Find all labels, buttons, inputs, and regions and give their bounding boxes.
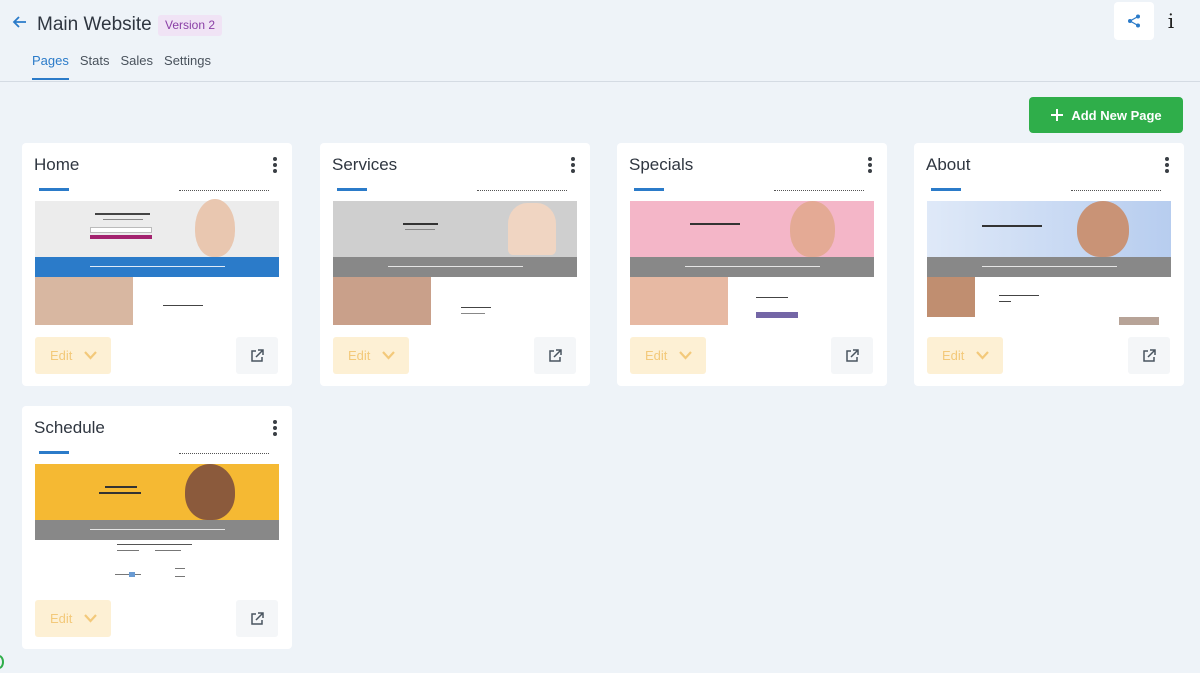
edit-label: Edit [645, 348, 668, 363]
status-indicator [0, 655, 4, 669]
more-options-icon[interactable] [568, 157, 578, 175]
back-arrow-icon[interactable] [12, 14, 30, 32]
chevron-down-icon [382, 351, 396, 360]
page-card-about: About Edit [914, 143, 1184, 386]
page-thumbnail[interactable] [630, 185, 874, 325]
card-title: Schedule [34, 418, 105, 437]
external-link-icon [251, 348, 264, 362]
card-title: About [926, 155, 971, 174]
page-thumbnail[interactable] [35, 185, 279, 325]
page-card-home: Home Edit [22, 143, 292, 386]
card-title: Home [34, 155, 80, 174]
edit-button[interactable]: Edit [333, 337, 409, 374]
card-title: Specials [629, 155, 694, 174]
page-thumbnail[interactable] [35, 448, 279, 588]
open-external-button[interactable] [1128, 337, 1170, 374]
page-thumbnail[interactable] [333, 185, 577, 325]
add-new-page-button[interactable]: Add New Page [1029, 97, 1183, 133]
external-link-icon [251, 611, 264, 625]
edit-label: Edit [942, 348, 965, 363]
edit-label: Edit [50, 348, 73, 363]
external-link-icon [846, 348, 859, 362]
edit-button[interactable]: Edit [630, 337, 706, 374]
tab-settings[interactable]: Settings [164, 53, 211, 80]
chevron-down-icon [679, 351, 693, 360]
version-badge: Version 2 [158, 15, 223, 36]
tab-pages[interactable]: Pages [32, 53, 69, 80]
open-external-button[interactable] [534, 337, 576, 374]
page-card-services: Services Edit [320, 143, 590, 386]
open-external-button[interactable] [236, 337, 278, 374]
tab-bar: Pages Stats Sales Settings [32, 53, 222, 80]
info-button[interactable]: i [1160, 8, 1182, 34]
page-header: Main Website Version 2 Pages Stats Sales… [0, 0, 1200, 82]
edit-button[interactable]: Edit [35, 337, 111, 374]
share-icon [1128, 14, 1140, 28]
page-card-specials: Specials Edit [617, 143, 887, 386]
card-title: Services [332, 155, 398, 174]
edit-label: Edit [50, 611, 73, 626]
tab-sales[interactable]: Sales [121, 53, 154, 80]
page-title: Main Website [37, 14, 152, 35]
more-options-icon[interactable] [1162, 157, 1172, 175]
open-external-button[interactable] [831, 337, 873, 374]
chevron-down-icon [976, 351, 990, 360]
chevron-down-icon [84, 614, 98, 623]
info-icon: i [1167, 9, 1175, 33]
page-card-schedule: Schedule Edit [22, 406, 292, 649]
page-thumbnail[interactable] [927, 185, 1171, 325]
external-link-icon [549, 348, 562, 362]
add-new-page-label: Add New Page [1071, 107, 1162, 123]
edit-label: Edit [348, 348, 371, 363]
plus-icon [1051, 109, 1064, 121]
edit-button[interactable]: Edit [927, 337, 1003, 374]
more-options-icon[interactable] [270, 157, 280, 175]
more-options-icon[interactable] [270, 420, 280, 438]
edit-button[interactable]: Edit [35, 600, 111, 637]
share-button[interactable] [1114, 2, 1154, 40]
external-link-icon [1143, 348, 1156, 362]
tab-stats[interactable]: Stats [80, 53, 110, 80]
more-options-icon[interactable] [865, 157, 875, 175]
chevron-down-icon [84, 351, 98, 360]
open-external-button[interactable] [236, 600, 278, 637]
